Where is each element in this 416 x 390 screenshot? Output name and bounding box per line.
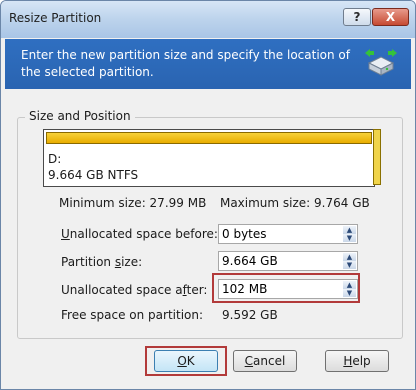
free-space-value: 9.592 GB xyxy=(222,308,278,322)
spin-up-icon[interactable]: ▲ xyxy=(343,253,356,261)
minimum-size: Minimum size: 27.99 MB xyxy=(59,196,207,210)
header-instructions: Enter the new partition size and specify… xyxy=(21,48,350,79)
label-accelerator: U xyxy=(61,227,70,241)
title-bar[interactable]: Resize Partition ? X xyxy=(1,1,415,38)
unallocated-after-highlight xyxy=(212,273,360,303)
ok-button[interactable]: OK xyxy=(154,350,218,372)
button-accelerator: H xyxy=(343,354,353,368)
partition-map[interactable]: D: 9.664 GB NTFS xyxy=(43,129,375,187)
spin-up-icon[interactable]: ▲ xyxy=(343,226,356,234)
maximum-size: Maximum size: 9.764 GB xyxy=(219,196,370,210)
size-limits: Minimum size: 27.99 MB Maximum size: 9.7… xyxy=(59,196,370,210)
unallocated-after-label: Unallocated space after: xyxy=(61,283,207,297)
button-label: ancel xyxy=(253,354,286,368)
label-text: ter: xyxy=(186,283,208,297)
label-text: ize: xyxy=(121,255,143,269)
partition-resize-handle[interactable] xyxy=(373,129,381,185)
resize-partition-dialog: Resize Partition ? X Enter the new parti… xyxy=(0,0,416,390)
button-label: K xyxy=(186,354,195,368)
disk-resize-icon xyxy=(365,49,397,76)
unallocated-before-label: Unallocated space before: xyxy=(61,227,218,241)
close-icon: X xyxy=(385,10,396,24)
label-text: Partition xyxy=(61,255,115,269)
help-button[interactable]: Help xyxy=(325,350,389,372)
partition-info: 9.664 GB NTFS xyxy=(48,168,139,182)
spin-down-icon[interactable]: ▼ xyxy=(343,234,356,242)
label-text: Unallocated space a xyxy=(61,283,183,297)
partition-bar[interactable] xyxy=(46,132,372,144)
spin-down-icon[interactable]: ▼ xyxy=(343,261,356,269)
unallocated-before-input[interactable] xyxy=(219,225,341,243)
close-button[interactable]: X xyxy=(372,8,409,26)
unallocated-before-spinner[interactable]: ▲ ▼ xyxy=(218,224,358,244)
button-label: elp xyxy=(352,354,371,368)
free-space-label: Free space on partition: xyxy=(61,308,204,322)
spinner-arrows[interactable]: ▲ ▼ xyxy=(343,226,356,242)
button-accelerator: O xyxy=(177,354,187,368)
button-accelerator: C xyxy=(244,354,254,368)
label-text: nallocated space before: xyxy=(69,227,218,241)
spinner-arrows[interactable]: ▲ ▼ xyxy=(343,253,356,269)
partition-drive-letter: D: xyxy=(48,152,62,166)
window-title: Resize Partition xyxy=(9,11,102,25)
dialog-header: Enter the new partition size and specify… xyxy=(5,39,411,89)
partition-size-label: Partition size: xyxy=(61,255,142,269)
partition-size-spinner[interactable]: ▲ ▼ xyxy=(218,251,358,271)
partition-size-input[interactable] xyxy=(219,252,341,270)
help-icon: ? xyxy=(353,10,361,24)
cancel-button[interactable]: Cancel xyxy=(233,350,297,372)
help-title-button[interactable]: ? xyxy=(343,8,371,26)
group-label: Size and Position xyxy=(25,109,135,123)
